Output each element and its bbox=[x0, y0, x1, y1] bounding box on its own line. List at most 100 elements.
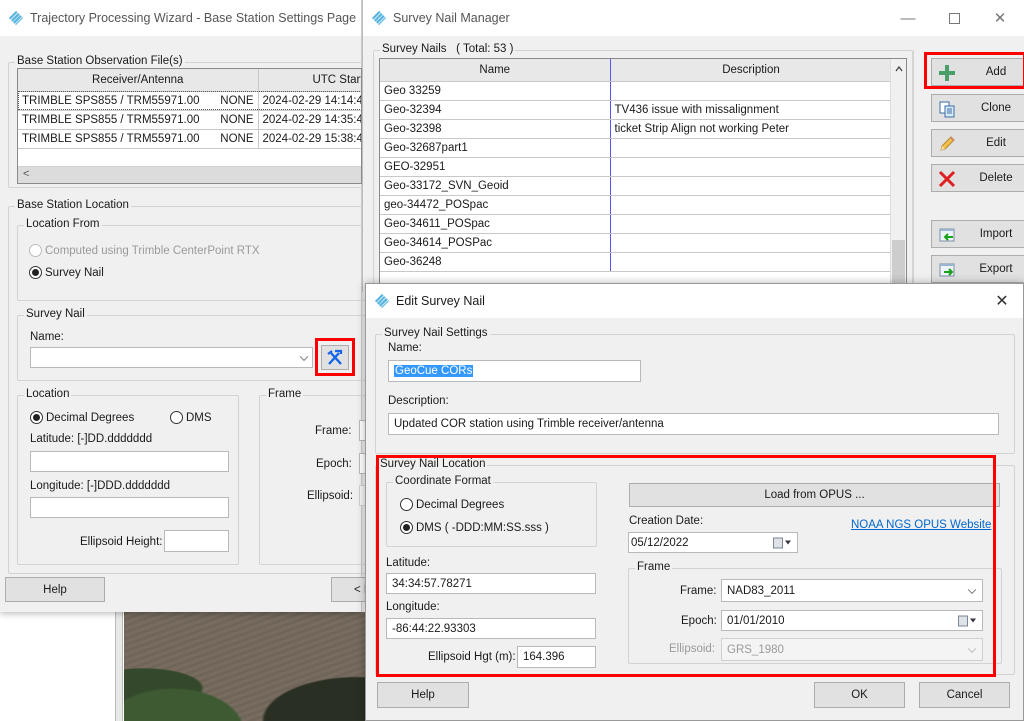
chevron-down-icon bbox=[299, 352, 309, 361]
radio-decimal-degrees[interactable]: Decimal Degrees bbox=[30, 411, 134, 424]
longitude-label: Longitude: bbox=[386, 601, 440, 613]
add-button[interactable]: Add bbox=[931, 58, 1024, 86]
nail-name-cell: Geo-34611_POSpac bbox=[380, 214, 611, 234]
close-button[interactable]: ✕ bbox=[977, 0, 1023, 36]
list-item[interactable]: Geo 33259 bbox=[380, 81, 892, 101]
frame-legend: Frame bbox=[635, 561, 673, 573]
list-item[interactable]: Geo-34614_POSPac bbox=[380, 233, 892, 253]
nail-description-cell bbox=[610, 252, 892, 272]
radome-cell: NONE bbox=[220, 132, 254, 145]
receiver-cell: TRIMBLE SPS855 / TRM55971.00 bbox=[22, 132, 200, 145]
table-row[interactable]: TRIMBLE SPS855 / TRM55971.00 NONE 2024-02… bbox=[18, 129, 361, 149]
delete-button[interactable]: Delete bbox=[931, 164, 1024, 192]
nail-description-cell bbox=[610, 157, 892, 177]
list-item[interactable]: Geo-32394 TV436 issue with missalignment bbox=[380, 100, 892, 120]
nail-name-cell: Geo-32687part1 bbox=[380, 138, 611, 158]
survey-nail-settings-legend: Survey Nail Settings bbox=[382, 327, 490, 339]
ok-button[interactable]: OK bbox=[814, 682, 905, 708]
tools-icon bbox=[327, 349, 343, 365]
nail-name-cell: GEO-32951 bbox=[380, 157, 611, 177]
radio-decimal-degrees[interactable]: Decimal Degrees bbox=[400, 498, 504, 511]
name-input[interactable]: GeoCue CORs bbox=[388, 360, 641, 382]
longitude-input[interactable]: -86:44:22.93303 bbox=[386, 618, 596, 639]
radio-dms[interactable]: DMS ( -DDD:MM:SS.sss ) bbox=[400, 521, 549, 534]
survey-nail-manager-button[interactable] bbox=[321, 345, 349, 370]
list-item[interactable]: Geo-33172_SVN_Geoid bbox=[380, 176, 892, 196]
list-item[interactable]: Geo-32687part1 bbox=[380, 138, 892, 158]
survey-nail-location-legend: Survey Nail Location bbox=[378, 458, 488, 470]
export-button[interactable]: Export bbox=[931, 255, 1024, 283]
list-item[interactable]: GEO-32951 bbox=[380, 157, 892, 177]
calendar-icon[interactable] bbox=[958, 615, 976, 626]
latitude-label: Latitude: bbox=[386, 557, 431, 569]
ellipsoid-height-input[interactable] bbox=[164, 530, 229, 552]
export-icon bbox=[939, 263, 955, 277]
observation-files-table: Receiver/Antenna UTC Start TRIMBLE SPS85… bbox=[17, 68, 362, 184]
column-header-receiver[interactable]: Receiver/Antenna bbox=[18, 69, 259, 92]
pencil-icon bbox=[940, 136, 955, 151]
import-icon bbox=[939, 228, 955, 242]
maximize-button[interactable] bbox=[931, 0, 977, 36]
radio-survey-nail[interactable]: Survey Nail bbox=[29, 266, 104, 279]
column-header-name[interactable]: Name bbox=[380, 59, 611, 82]
survey-nails-total: ( Total: 53 ) bbox=[456, 43, 514, 55]
list-item[interactable]: Geo-34611_POSpac bbox=[380, 214, 892, 234]
close-icon: ✕ bbox=[993, 10, 1007, 27]
ellipsoid-height-label: Ellipsoid Height: bbox=[80, 536, 163, 548]
nail-name-cell: Geo-32394 bbox=[380, 100, 611, 120]
scroll-up-arrow[interactable] bbox=[895, 66, 903, 72]
creation-date-picker[interactable]: 05/12/2022 bbox=[628, 532, 798, 553]
survey-nail-name-combo[interactable] bbox=[30, 347, 313, 368]
cancel-button[interactable]: Cancel bbox=[919, 682, 1010, 708]
opus-website-link[interactable]: NOAA NGS OPUS Website bbox=[851, 519, 991, 531]
edit-button[interactable]: Edit bbox=[931, 129, 1024, 157]
close-button[interactable]: ✕ bbox=[979, 284, 1024, 318]
vertical-scrollbar[interactable] bbox=[890, 59, 906, 291]
nail-name-cell: Geo-32398 bbox=[380, 119, 611, 139]
column-header-utc-start[interactable]: UTC Start bbox=[258, 69, 361, 92]
horizontal-scrollbar[interactable]: < bbox=[18, 166, 361, 183]
nail-description-cell bbox=[610, 176, 892, 196]
frame-combo[interactable]: NAD83_2011 bbox=[721, 579, 983, 602]
location-legend: Location bbox=[24, 388, 72, 400]
latitude-input[interactable] bbox=[30, 451, 229, 472]
app-logo-icon bbox=[8, 10, 24, 26]
ellipsoid-hgt-input[interactable]: 164.396 bbox=[517, 646, 596, 668]
import-button[interactable]: Import bbox=[931, 220, 1024, 248]
name-label: Name: bbox=[388, 342, 422, 354]
help-button[interactable]: Help bbox=[377, 682, 469, 708]
help-button[interactable]: Help bbox=[5, 577, 105, 602]
description-input[interactable]: Updated COR station using Trimble receiv… bbox=[388, 413, 999, 435]
calendar-icon[interactable] bbox=[773, 537, 791, 548]
minimize-button[interactable]: — bbox=[885, 0, 931, 36]
list-item[interactable]: geo-34472_POSpac bbox=[380, 195, 892, 215]
table-row[interactable]: TRIMBLE SPS855 / TRM55971.00 NONE 2024-02… bbox=[18, 91, 361, 111]
column-header-description[interactable]: Description bbox=[610, 59, 893, 82]
copy-icon bbox=[939, 101, 955, 118]
edit-survey-nail-dialog: Edit Survey Nail ✕ Survey Nail Settings … bbox=[365, 283, 1024, 721]
nail-description-cell bbox=[610, 195, 892, 215]
radio-computed-rtx[interactable]: Computed using Trimble CenterPoint RTX bbox=[29, 244, 260, 257]
survey-nail-legend: Survey Nail bbox=[24, 308, 87, 320]
frame-legend: Frame bbox=[266, 388, 304, 400]
load-from-opus-button[interactable]: Load from OPUS ... bbox=[629, 483, 1000, 507]
plus-icon bbox=[939, 65, 955, 81]
wizard-titlebar[interactable]: Trajectory Processing Wizard - Base Stat… bbox=[0, 0, 361, 36]
list-item[interactable]: Geo-32398 ticket Strip Align not working … bbox=[380, 119, 892, 139]
ellipsoid-combo[interactable]: GRS_1980 bbox=[721, 638, 983, 661]
utc-start-cell: 2024-02-29 15:38:4 bbox=[257, 129, 361, 149]
scroll-left-arrow[interactable]: < bbox=[23, 168, 29, 180]
longitude-input[interactable] bbox=[30, 497, 229, 518]
nail-description-cell bbox=[610, 214, 892, 234]
table-row[interactable]: TRIMBLE SPS855 / TRM55971.00 NONE 2024-02… bbox=[18, 110, 361, 130]
edit-dialog-titlebar[interactable]: Edit Survey Nail bbox=[366, 284, 1023, 318]
list-item[interactable]: Geo-36248 bbox=[380, 252, 892, 272]
survey-nail-settings-group: Survey Nail Settings bbox=[375, 327, 1015, 454]
latitude-input[interactable]: 34:34:57.78271 bbox=[386, 573, 596, 594]
epoch-label: Epoch: bbox=[316, 458, 352, 470]
radio-dms[interactable]: DMS bbox=[170, 411, 212, 424]
nail-description-cell bbox=[610, 233, 892, 253]
epoch-date-picker[interactable]: 01/01/2010 bbox=[721, 610, 983, 631]
clone-button[interactable]: Clone bbox=[931, 94, 1024, 122]
coordinate-format-group: Coordinate Format bbox=[386, 475, 597, 547]
